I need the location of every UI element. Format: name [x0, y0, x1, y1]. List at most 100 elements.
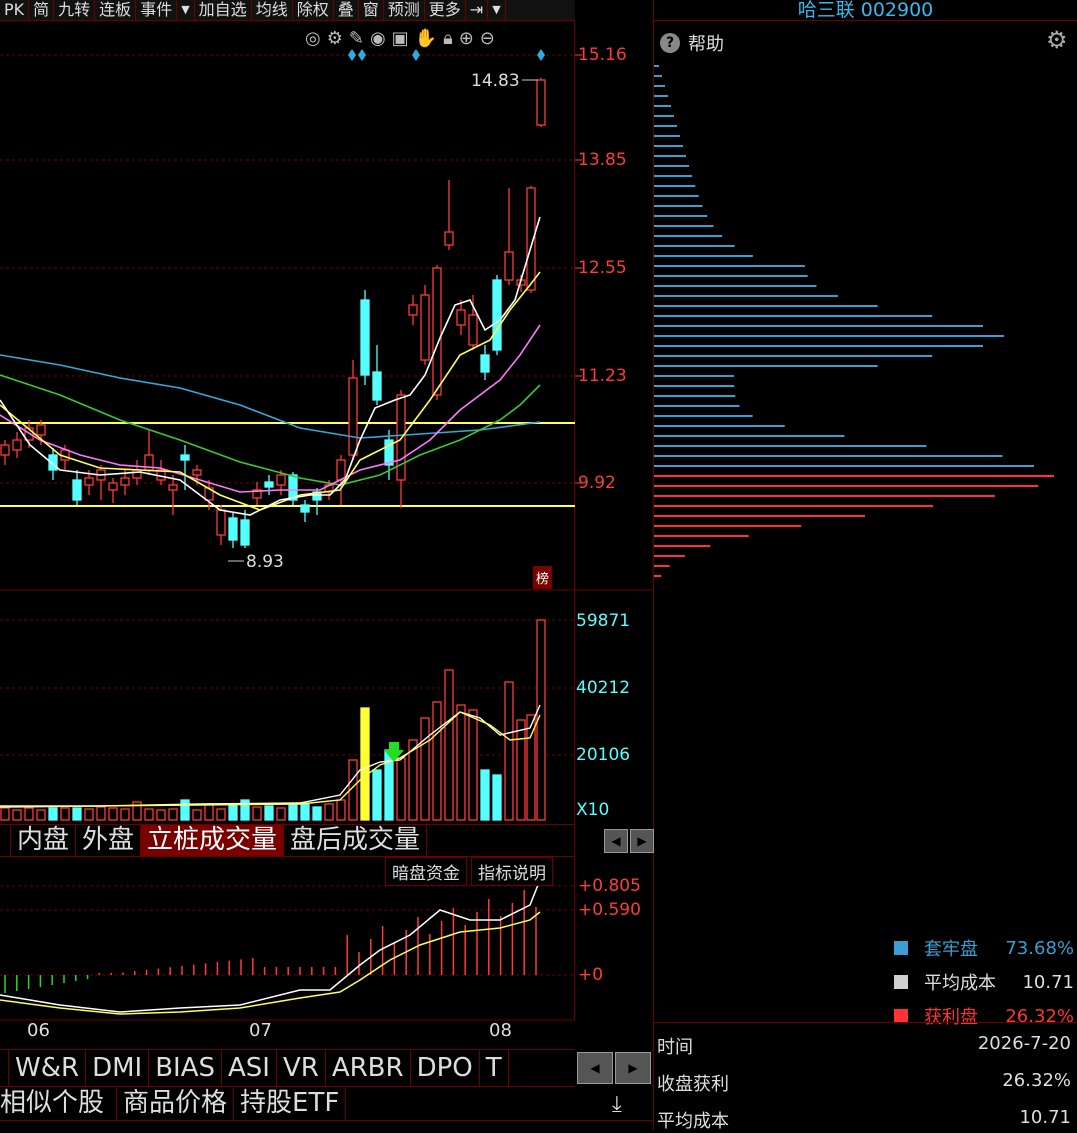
tab-lizhuang-volume[interactable]: 立桩成交量	[141, 825, 285, 856]
tab-t[interactable]: T	[480, 1050, 509, 1086]
volume-bar	[168, 808, 178, 821]
target-icon[interactable]: ◎	[305, 28, 321, 49]
price-label: 11.23	[578, 366, 627, 386]
volume-bar	[372, 769, 382, 821]
download-icon[interactable]: ⤓	[612, 1092, 622, 1117]
volume-label: 59871	[576, 611, 631, 631]
candle-body	[132, 469, 142, 479]
volume-bar	[312, 806, 322, 821]
info-label: 平均成本	[657, 1111, 729, 1132]
chip-bar	[654, 225, 714, 227]
hand-icon[interactable]: ✋	[415, 28, 437, 49]
chip-bar	[654, 525, 802, 527]
chip-bar	[654, 145, 684, 147]
candle-body	[216, 509, 226, 536]
tab-wr[interactable]: W&R	[9, 1050, 87, 1086]
event-marker[interactable]	[348, 49, 356, 61]
tab-dpo[interactable]: DPO	[411, 1050, 480, 1086]
help-row[interactable]: ? 帮助	[660, 30, 724, 56]
eye-icon[interactable]: ◉	[370, 28, 386, 49]
tab-etf-holdings[interactable]: 持股ETF	[234, 1088, 347, 1120]
candles-layer	[0, 78, 546, 548]
help-icon[interactable]: ?	[660, 33, 680, 53]
indicator-tab-nav: ◀ ▶	[577, 1052, 651, 1084]
candle-body	[468, 314, 478, 346]
prev-indicator-icon[interactable]: ◀	[577, 1052, 613, 1084]
candle-body	[180, 454, 190, 461]
ma-lines-layer	[0, 216, 541, 516]
toolbox-icon[interactable]: ▣	[392, 28, 409, 49]
chip-bar	[654, 555, 685, 557]
tab-arbr[interactable]: ARBR	[326, 1050, 411, 1086]
chip-bar	[654, 425, 785, 427]
chip-bar	[654, 565, 670, 567]
volume-bar	[144, 808, 154, 821]
chip-bar	[654, 275, 808, 277]
chip-bar	[654, 115, 675, 117]
tab-asi[interactable]: ASI	[222, 1050, 277, 1086]
info-label: 收盘获利	[657, 1074, 729, 1095]
event-marker[interactable]	[537, 49, 545, 61]
tab-vr[interactable]: VR	[277, 1050, 326, 1086]
info-divider	[654, 1022, 1077, 1023]
macd-dif-line	[0, 879, 541, 1013]
prev-tab-icon[interactable]: ◀	[604, 829, 628, 853]
chip-legend: 套牢盘 73.68% 平均成本 10.71 获利盘 26.32%	[894, 935, 1074, 1029]
chip-bar	[654, 325, 983, 327]
volume-bar	[108, 807, 118, 821]
indicator-help-button[interactable]: 指标说明	[471, 857, 553, 886]
zoom-out-icon[interactable]: ⊖	[480, 28, 495, 49]
chip-bar	[654, 475, 1054, 477]
volume-layer	[0, 619, 546, 821]
candle-body	[36, 424, 46, 436]
event-marker[interactable]	[412, 49, 420, 61]
macd-label: +0.590	[578, 900, 641, 920]
gear-icon[interactable]: ⚙	[1046, 26, 1068, 54]
indicator-tabbar: W&R DMI BIAS ASI VR ARBR DPO T	[0, 1049, 575, 1087]
chip-bar	[654, 195, 699, 197]
volume-bar	[252, 806, 262, 821]
tab-spacer	[0, 1050, 9, 1086]
chip-bar	[654, 85, 665, 87]
chip-bar	[654, 495, 995, 497]
chip-bar	[654, 215, 708, 217]
volume-bar	[420, 717, 430, 821]
next-tab-icon[interactable]: ▶	[630, 829, 654, 853]
volume-bar	[276, 807, 286, 821]
volume-label: 40212	[576, 678, 631, 698]
zoom-in-icon[interactable]: ⊕	[459, 28, 474, 49]
volume-bar	[492, 774, 502, 821]
tab-waipan[interactable]: 外盘	[76, 825, 142, 856]
next-indicator-icon[interactable]: ▶	[615, 1052, 651, 1084]
legend-profit: 获利盘 26.32%	[894, 1003, 1074, 1029]
tab-inner	[0, 825, 11, 856]
legend-swatch	[894, 975, 908, 989]
chip-bar	[654, 465, 1034, 467]
help-label[interactable]: 帮助	[688, 30, 724, 56]
chip-bar	[654, 435, 845, 437]
settings-icon[interactable]: ⚙	[327, 28, 343, 49]
volume-bar	[288, 803, 298, 821]
tab-afterhours-volume[interactable]: 盘后成交量	[284, 825, 428, 856]
draw-pen-icon[interactable]: ✎	[349, 28, 364, 49]
lock-icon[interactable]: 🔒︎	[443, 28, 453, 49]
tab-bias[interactable]: BIAS	[149, 1050, 222, 1086]
volume-bar	[84, 808, 94, 821]
candle-body	[240, 519, 250, 546]
volume-bar	[324, 803, 334, 821]
rank-badge[interactable]: 榜	[533, 566, 553, 589]
volume-bar	[156, 809, 166, 821]
tab-neipan[interactable]: 内盘	[11, 825, 77, 856]
volume-bar	[60, 807, 70, 821]
ma60-line	[0, 354, 541, 439]
chip-bar	[654, 235, 723, 237]
tab-commodity-price[interactable]: 商品价格	[117, 1088, 235, 1120]
tab-similar-stocks[interactable]: 相似个股	[0, 1088, 118, 1120]
macd-label: +0.805	[578, 876, 641, 896]
ma20-line	[0, 324, 541, 493]
event-marker[interactable]	[358, 49, 366, 61]
tab-dmi[interactable]: DMI	[86, 1050, 150, 1086]
dark-pool-button[interactable]: 暗盘资金	[385, 857, 467, 886]
volume-bar	[120, 808, 130, 821]
chip-bar	[654, 335, 1004, 337]
